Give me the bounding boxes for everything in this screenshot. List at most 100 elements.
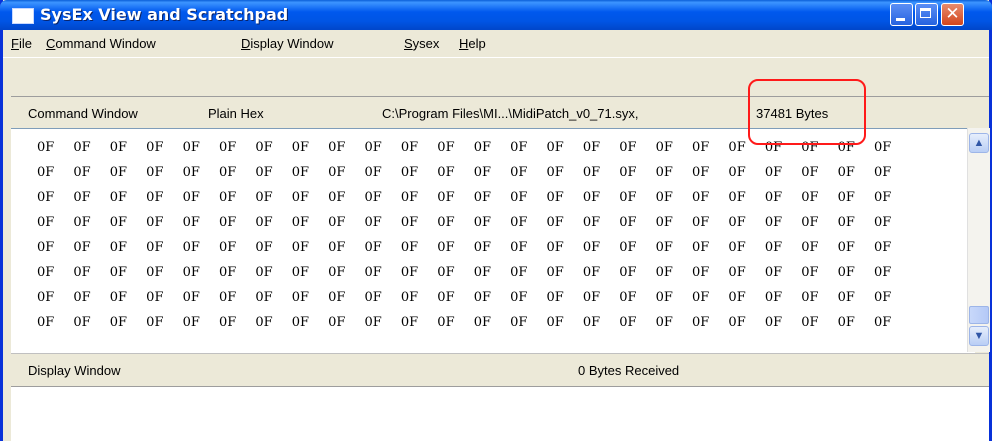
hex-byte: 0F	[582, 290, 601, 305]
hex-byte: 0F	[73, 315, 91, 330]
hex-byte: 0F	[873, 290, 892, 305]
hex-byte: 0F	[582, 315, 601, 330]
hex-byte: 0F	[473, 265, 491, 280]
app-window: SysEx View and Scratchpad ✕ File Command…	[0, 0, 992, 442]
vertical-scrollbar[interactable]: ▲ ▼	[967, 128, 990, 352]
hex-byte: 0F	[764, 240, 783, 255]
hex-byte: 0F	[182, 140, 200, 155]
hex-byte: 0F	[146, 215, 164, 230]
hex-byte: 0F	[218, 165, 237, 180]
hex-byte: 0F	[801, 215, 819, 230]
hex-byte: 0F	[37, 165, 55, 180]
hex-byte: 0F	[182, 215, 200, 230]
close-button[interactable]: ✕	[941, 3, 964, 26]
hex-byte: 0F	[473, 315, 491, 330]
hex-byte: 0F	[473, 165, 491, 180]
hex-byte: 0F	[328, 265, 346, 280]
hex-byte: 0F	[764, 215, 783, 230]
hex-byte: 0F	[182, 315, 200, 330]
hex-byte: 0F	[146, 315, 164, 330]
hex-mode-label: Plain Hex	[208, 106, 264, 121]
hex-byte: 0F	[582, 140, 601, 155]
menu-file[interactable]: File	[11, 36, 32, 51]
chevron-up-icon: ▲	[973, 137, 985, 149]
command-window-label: Command Window	[28, 106, 138, 121]
hex-byte: 0F	[400, 165, 419, 180]
hex-byte: 0F	[291, 240, 310, 255]
hex-row: 0F 0F 0F 0F 0F 0F 0F 0F 0F 0F 0F 0F 0F 0F 0F 0F 0F 0F 0F 0F…	[37, 260, 910, 285]
display-window-label: Display Window	[28, 363, 121, 378]
hex-byte: 0F	[218, 190, 237, 205]
hex-byte: 0F	[146, 290, 164, 305]
maximize-button[interactable]	[915, 3, 938, 26]
hex-byte: 0F	[437, 190, 455, 205]
menu-bar: File Command Window Display Window Sysex…	[3, 30, 989, 58]
hex-byte: 0F	[37, 215, 55, 230]
hex-byte: 0F	[400, 190, 419, 205]
hex-byte: 0F	[655, 140, 673, 155]
hex-byte: 0F	[837, 290, 855, 305]
hex-byte: 0F	[437, 165, 455, 180]
hex-byte: 0F	[328, 215, 346, 230]
hex-byte: 0F	[146, 190, 164, 205]
hex-byte: 0F	[291, 315, 310, 330]
hex-byte: 0F	[291, 165, 310, 180]
hex-byte: 0F	[400, 240, 419, 255]
hex-byte: 0F	[255, 140, 273, 155]
hex-byte: 0F	[400, 290, 419, 305]
hex-byte: 0F	[437, 140, 455, 155]
hex-byte: 0F	[655, 290, 673, 305]
scroll-up-button[interactable]: ▲	[969, 133, 989, 153]
window-icon	[12, 8, 34, 24]
hex-byte: 0F	[619, 265, 637, 280]
menu-sysex[interactable]: Sysex	[404, 36, 439, 51]
scroll-thumb[interactable]	[969, 306, 989, 324]
hex-byte: 0F	[837, 190, 855, 205]
hex-byte: 0F	[37, 240, 55, 255]
hex-byte: 0F	[437, 315, 455, 330]
hex-byte: 0F	[801, 315, 819, 330]
hex-byte: 0F	[619, 165, 637, 180]
hex-byte: 0F	[364, 240, 382, 255]
hex-byte: 0F	[619, 140, 637, 155]
hex-byte: 0F	[182, 265, 200, 280]
hex-byte: 0F	[692, 265, 710, 280]
byte-count-highlight	[748, 79, 866, 145]
title-bar[interactable]: SysEx View and Scratchpad ✕	[0, 0, 992, 30]
hex-byte: 0F	[328, 140, 346, 155]
hex-row: 0F 0F 0F 0F 0F 0F 0F 0F 0F 0F 0F 0F 0F 0F 0F 0F 0F 0F 0F 0F…	[37, 210, 910, 235]
hex-byte: 0F	[692, 190, 710, 205]
hex-byte: 0F	[510, 315, 528, 330]
scroll-down-button[interactable]: ▼	[969, 326, 989, 346]
hex-byte: 0F	[873, 165, 892, 180]
minimize-button[interactable]	[890, 3, 913, 26]
menu-command-window[interactable]: Command Window	[46, 36, 156, 51]
hex-byte: 0F	[182, 190, 200, 205]
hex-byte: 0F	[73, 215, 91, 230]
hex-byte: 0F	[619, 240, 637, 255]
hex-byte: 0F	[37, 140, 55, 155]
hex-byte: 0F	[837, 315, 855, 330]
menu-help[interactable]: Help	[459, 36, 486, 51]
hex-byte: 0F	[837, 240, 855, 255]
hex-byte: 0F	[728, 315, 746, 330]
hex-byte: 0F	[873, 315, 892, 330]
hex-byte: 0F	[291, 140, 310, 155]
hex-byte: 0F	[218, 215, 237, 230]
hex-byte: 0F	[510, 165, 528, 180]
display-window-header: Display Window 0 Bytes Received	[11, 353, 989, 384]
hex-byte: 0F	[37, 190, 55, 205]
hex-byte: 0F	[109, 165, 128, 180]
hex-byte: 0F	[364, 190, 382, 205]
hex-byte: 0F	[437, 290, 455, 305]
hex-view[interactable]: 0F 0F 0F 0F 0F 0F 0F 0F 0F 0F 0F 0F 0F 0F 0F 0F 0F 0F 0F 0F…	[11, 128, 975, 353]
menu-display-window[interactable]: Display Window	[241, 36, 333, 51]
display-window-content[interactable]	[11, 386, 989, 442]
hex-byte: 0F	[728, 290, 746, 305]
hex-byte: 0F	[73, 240, 91, 255]
hex-byte: 0F	[473, 190, 491, 205]
hex-byte: 0F	[73, 140, 91, 155]
hex-byte: 0F	[109, 240, 128, 255]
hex-byte: 0F	[801, 165, 819, 180]
hex-byte: 0F	[109, 265, 128, 280]
